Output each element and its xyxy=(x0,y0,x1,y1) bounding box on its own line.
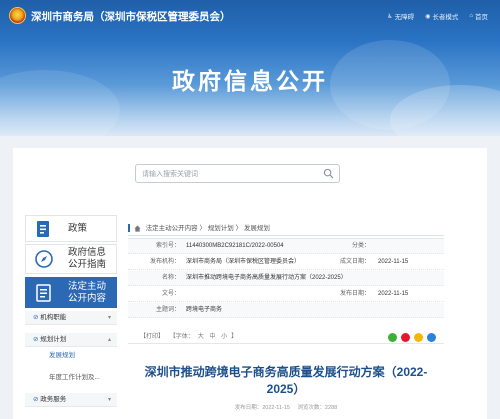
sidebar-item-disclosure-guide[interactable]: 政府信息 公开指南 xyxy=(25,244,117,274)
font-size-label: 【字体： xyxy=(169,334,194,340)
breadcrumb-separator: 〉 xyxy=(199,225,206,232)
site-title[interactable]: 深圳市商务局（深圳市保税区管理委员会） xyxy=(31,9,231,24)
chevron-down-icon: ▾ xyxy=(107,397,111,403)
info-value: 深圳市商务局（深圳市保税区管理委员会） xyxy=(186,259,301,265)
qq-share-icon[interactable] xyxy=(427,333,436,342)
info-row: 索引号： 11440300MB2C92181C/2022-00504 分类： xyxy=(128,239,444,254)
search-icon[interactable] xyxy=(323,168,334,179)
home-link[interactable]: ⌂ 首页 xyxy=(469,11,488,21)
font-medium-button[interactable]: 中 xyxy=(209,334,215,340)
article-title-line: 2025） xyxy=(266,382,306,396)
info-key: 索引号： xyxy=(155,243,180,249)
top-links: ♿ 无障碍 ◉ 长者模式 ⌂ 首页 xyxy=(387,11,488,21)
font-large-button[interactable]: 大 xyxy=(198,334,204,340)
info-key: 成文日期： xyxy=(339,259,370,265)
elderly-mode-link[interactable]: ◉ 长者模式 xyxy=(425,11,459,22)
breadcrumb-accent xyxy=(128,224,130,233)
document-info-table: 索引号： 11440300MB2C92181C/2022-00504 分类： 发… xyxy=(128,238,444,318)
accessibility-label: 无障碍 xyxy=(394,14,415,21)
sidebar-item-policy[interactable]: 政策 xyxy=(25,215,117,242)
tree-item-planning[interactable]: ⊘ 规划计划 ▴ xyxy=(25,333,117,347)
info-key: 名称： xyxy=(161,275,180,281)
elderly-icon: ◉ xyxy=(425,13,431,20)
sidebar-item-label: 法定主动 公开内容 xyxy=(68,281,106,305)
home-label: 首页 xyxy=(475,14,488,21)
info-row: 文号： 发布日期： 2022-11-15 xyxy=(128,287,444,302)
breadcrumb-link[interactable]: 规划计划 xyxy=(208,225,234,232)
info-key: 分类： xyxy=(351,243,370,249)
article-toolbar: 【打印】 【字体： 大 中 小】 xyxy=(128,330,444,344)
breadcrumb-link[interactable]: 法定主动公开内容 xyxy=(146,225,198,232)
sidebar-item-label: 政策 xyxy=(68,222,88,234)
accessibility-link[interactable]: ♿ 无障碍 xyxy=(387,11,415,22)
info-row: 主题词： 跨境电子商务 xyxy=(128,303,444,318)
tree-item-label: 机构职能 xyxy=(40,314,67,321)
chevron-down-icon: ▾ xyxy=(107,315,111,321)
sidebar-item-label-line: 法定主动 xyxy=(68,280,107,292)
info-row: 名称： 深圳市推动跨境电子商务高质量发展行动方案（2022-2025） xyxy=(128,271,444,286)
banner-title: 政府信息公开 xyxy=(172,68,328,94)
breadcrumb: 法定主动公开内容 〉 规划计划 〉 发展规划 xyxy=(128,222,444,236)
info-value: 深圳市推动跨境电子商务高质量发展行动方案（2022-2025） xyxy=(186,275,347,281)
header-banner: 深圳市商务局（深圳市保税区管理委员会） ♿ 无障碍 ◉ 长者模式 ⌂ 首页 政府… xyxy=(0,0,500,136)
article-title: 深圳市推动跨境电子商务高质量发展行动方案（2022- 2025） xyxy=(128,364,444,398)
info-key: 文号： xyxy=(161,291,180,297)
tree-marker-icon: ⊘ xyxy=(33,314,39,321)
article-title-line: 深圳市推动跨境电子商务高质量发展行动方案（2022- xyxy=(144,365,428,379)
tree-item-development-planning[interactable]: 发展规划 xyxy=(25,349,117,363)
document-list-icon xyxy=(36,283,51,302)
info-key: 发布日期： xyxy=(339,291,370,297)
compass-icon xyxy=(35,250,53,268)
home-icon: ⌂ xyxy=(469,13,473,19)
wechat-share-icon[interactable] xyxy=(388,333,397,342)
tree-marker-icon: ⊘ xyxy=(33,396,39,403)
print-button[interactable]: 【打印】 xyxy=(140,334,164,340)
policy-document-icon xyxy=(37,220,49,237)
sidebar-item-label-line: 公开指南 xyxy=(68,259,107,270)
info-value: 11440300MB2C92181C/2022-00504 xyxy=(186,243,284,249)
chevron-up-icon: ▴ xyxy=(107,337,111,343)
home-icon[interactable] xyxy=(134,225,141,232)
info-value: 跨境电子商务 xyxy=(186,307,223,313)
tree-item-government-services[interactable]: ⊘ 政务服务 ▾ xyxy=(25,393,117,407)
article-meta: 发布日期：2022-11-15 浏览次数：2288 xyxy=(128,403,444,411)
sidebar-item-label-line: 政府信息 xyxy=(68,247,107,258)
search-input[interactable]: 请输入搜索关键词 xyxy=(142,169,198,179)
info-key: 发布机构： xyxy=(149,259,180,265)
search-box[interactable]: 请输入搜索关键词 xyxy=(135,164,340,183)
national-emblem-icon[interactable] xyxy=(9,7,26,24)
info-row: 发布机构： 深圳市商务局（深圳市保税区管理委员会） 成文日期： 2022-11-… xyxy=(128,255,444,270)
elderly-mode-label: 长者模式 xyxy=(432,14,459,21)
weibo-share-icon[interactable] xyxy=(401,333,410,342)
info-value: 2022-11-15 xyxy=(378,291,409,297)
tree-item-annual-work-plan[interactable]: 年度工作计划及... xyxy=(25,371,117,385)
font-small-button[interactable]: 小 xyxy=(221,334,227,340)
toolbar-left: 【打印】 【字体： 大 中 小】 xyxy=(140,330,241,344)
article-date: 发布日期：2022-11-15 xyxy=(234,405,290,411)
sidebar-item-statutory-disclosure[interactable]: 法定主动 公开内容 xyxy=(25,277,117,308)
tree-item-label: 年度工作计划及... xyxy=(49,374,100,381)
tree-item-label: 政务服务 xyxy=(40,396,67,403)
sidebar-item-label-line: 公开内容 xyxy=(68,292,107,304)
tree-item-label: 规划计划 xyxy=(40,336,67,343)
tree-item-institutional-functions[interactable]: ⊘ 机构职能 ▾ xyxy=(25,311,117,325)
article-views: 浏览次数：2288 xyxy=(297,405,338,411)
qzone-share-icon[interactable] xyxy=(414,333,423,342)
breadcrumb-separator: 〉 xyxy=(235,225,243,232)
breadcrumb-link[interactable]: 发展规划 xyxy=(244,225,270,232)
tree-item-label: 发展规划 xyxy=(49,352,75,359)
info-key: 主题词： xyxy=(155,307,180,313)
sidebar-item-label: 政府信息 公开指南 xyxy=(68,247,106,271)
accessibility-icon: ♿ xyxy=(387,13,393,20)
info-value: 2022-11-15 xyxy=(378,259,409,265)
tree-marker-icon: ⊘ xyxy=(33,336,39,343)
font-size-close: 】 xyxy=(231,334,238,340)
